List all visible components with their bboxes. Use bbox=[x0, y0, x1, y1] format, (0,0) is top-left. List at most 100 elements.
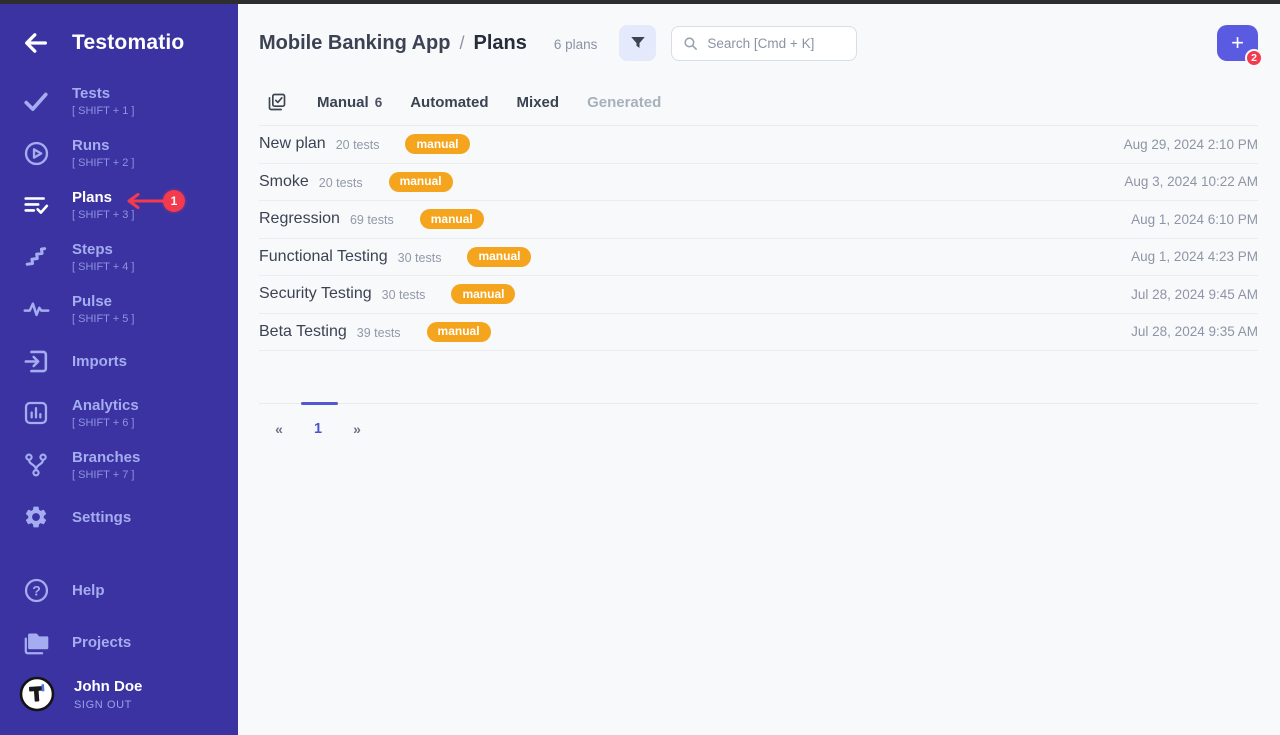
breadcrumb-project[interactable]: Mobile Banking App bbox=[259, 32, 450, 55]
page-header: Mobile Banking App / Plans 6 plans + 2 bbox=[259, 24, 1258, 62]
plan-name[interactable]: Smoke bbox=[259, 173, 309, 191]
sidebar: Testomatio Tests[ SHIFT + 1 ] Runs[ SHIF… bbox=[0, 0, 238, 735]
stairs-icon bbox=[22, 243, 50, 271]
pagination: « 1 » bbox=[259, 421, 1258, 437]
breadcrumb: Mobile Banking App / Plans bbox=[259, 32, 527, 55]
plan-name[interactable]: Beta Testing bbox=[259, 323, 347, 341]
plan-tests-count: 20 tests bbox=[336, 138, 380, 152]
sign-out-link[interactable]: SIGN OUT bbox=[74, 699, 142, 711]
sidebar-item-tests[interactable]: Tests[ SHIFT + 1 ] bbox=[0, 75, 238, 127]
sidebar-item-label: Help bbox=[72, 581, 105, 600]
sidebar-item-imports[interactable]: Imports bbox=[0, 335, 238, 387]
plan-row[interactable]: Regression 69 tests manual Aug 1, 2024 6… bbox=[259, 201, 1258, 239]
plan-name[interactable]: Functional Testing bbox=[259, 248, 388, 266]
search-icon bbox=[682, 35, 699, 52]
add-plan-button[interactable]: + 2 bbox=[1217, 25, 1258, 61]
plan-name[interactable]: Regression bbox=[259, 210, 340, 228]
logo-row: Testomatio bbox=[0, 4, 238, 60]
tab-generated[interactable]: Generated bbox=[587, 94, 661, 111]
tab-label: Generated bbox=[587, 94, 661, 111]
sidebar-item-branches[interactable]: Branches[ SHIFT + 7 ] bbox=[0, 439, 238, 491]
sidebar-item-label: Branches bbox=[72, 448, 140, 467]
sidebar-item-label: Runs bbox=[72, 136, 134, 155]
manual-badge: manual bbox=[420, 209, 484, 229]
app-root: Testomatio Tests[ SHIFT + 1 ] Runs[ SHIF… bbox=[0, 0, 1280, 735]
sidebar-item-label: Imports bbox=[72, 352, 127, 371]
sidebar-item-label: Projects bbox=[72, 633, 131, 652]
tab-manual[interactable]: Manual 6 bbox=[317, 94, 382, 111]
shortcut-hint: [ SHIFT + 4 ] bbox=[72, 260, 134, 274]
plan-row[interactable]: New plan 20 tests manual Aug 29, 2024 2:… bbox=[259, 126, 1258, 164]
app-title: Testomatio bbox=[72, 31, 184, 55]
pagination-next[interactable]: » bbox=[349, 421, 365, 437]
search-input[interactable] bbox=[707, 36, 847, 51]
select-all-icon[interactable] bbox=[267, 92, 287, 112]
main-content: Mobile Banking App / Plans 6 plans + 2 bbox=[238, 0, 1280, 735]
plan-tests-count: 30 tests bbox=[382, 288, 426, 302]
tab-count: 6 bbox=[375, 95, 383, 110]
manual-badge: manual bbox=[427, 322, 491, 342]
sidebar-item-label: Plans bbox=[72, 188, 134, 207]
tab-mixed[interactable]: Mixed bbox=[517, 94, 560, 111]
user-menu[interactable]: John Doe SIGN OUT bbox=[0, 668, 238, 720]
check-icon bbox=[22, 87, 50, 115]
pagination-page-1[interactable]: 1 bbox=[310, 421, 326, 437]
sidebar-item-plans[interactable]: Plans[ SHIFT + 3 ] bbox=[0, 179, 238, 231]
manual-badge: manual bbox=[405, 134, 469, 154]
sidebar-item-label: Tests bbox=[72, 84, 134, 103]
shortcut-hint: [ SHIFT + 5 ] bbox=[72, 312, 134, 326]
sidebar-item-label: Settings bbox=[72, 508, 131, 527]
plans-list: New plan 20 tests manual Aug 29, 2024 2:… bbox=[259, 126, 1258, 351]
play-circle-icon bbox=[22, 139, 50, 167]
user-name: John Doe bbox=[74, 678, 142, 696]
plan-row[interactable]: Functional Testing 30 tests manual Aug 1… bbox=[259, 239, 1258, 277]
sidebar-nav: Tests[ SHIFT + 1 ] Runs[ SHIFT + 2 ] Pla… bbox=[0, 75, 238, 543]
plan-name[interactable]: Security Testing bbox=[259, 285, 372, 303]
sidebar-item-projects[interactable]: Projects bbox=[0, 616, 238, 668]
svg-text:?: ? bbox=[32, 582, 41, 598]
page-title: Plans bbox=[474, 32, 527, 55]
shortcut-hint: [ SHIFT + 6 ] bbox=[72, 416, 139, 430]
pagination-divider bbox=[259, 403, 1258, 404]
tab-automated[interactable]: Automated bbox=[410, 94, 488, 111]
sidebar-item-steps[interactable]: Steps[ SHIFT + 4 ] bbox=[0, 231, 238, 283]
plan-row[interactable]: Smoke 20 tests manual Aug 3, 2024 10:22 … bbox=[259, 164, 1258, 202]
folder-icon bbox=[22, 628, 50, 656]
plan-tests-count: 30 tests bbox=[398, 251, 442, 265]
bar-chart-icon bbox=[22, 399, 50, 427]
manual-badge: manual bbox=[467, 247, 531, 267]
avatar bbox=[19, 676, 55, 712]
import-icon bbox=[22, 347, 50, 375]
plus-icon: + bbox=[1231, 30, 1244, 56]
back-arrow-icon[interactable] bbox=[22, 29, 50, 57]
sidebar-item-settings[interactable]: Settings bbox=[0, 491, 238, 543]
git-branch-icon bbox=[22, 451, 50, 479]
manual-badge: manual bbox=[389, 172, 453, 192]
sidebar-item-runs[interactable]: Runs[ SHIFT + 2 ] bbox=[0, 127, 238, 179]
tutorial-step-badge: 1 bbox=[163, 190, 185, 212]
top-strip bbox=[0, 0, 1280, 4]
pagination-prev[interactable]: « bbox=[271, 421, 287, 437]
plan-date: Jul 28, 2024 9:45 AM bbox=[1131, 287, 1258, 302]
sidebar-item-analytics[interactable]: Analytics[ SHIFT + 6 ] bbox=[0, 387, 238, 439]
sidebar-item-label: Pulse bbox=[72, 292, 134, 311]
search-box[interactable] bbox=[671, 26, 857, 61]
breadcrumb-separator: / bbox=[459, 33, 464, 54]
sidebar-item-pulse[interactable]: Pulse[ SHIFT + 5 ] bbox=[0, 283, 238, 335]
tab-label: Manual bbox=[317, 94, 369, 111]
plan-date: Aug 3, 2024 10:22 AM bbox=[1124, 174, 1258, 189]
tabs-bar: Manual 6 Automated Mixed Generated bbox=[259, 92, 1258, 126]
plan-name[interactable]: New plan bbox=[259, 135, 326, 153]
plan-row[interactable]: Security Testing 30 tests manual Jul 28,… bbox=[259, 276, 1258, 314]
plans-count: 6 plans bbox=[554, 37, 598, 52]
plan-date: Aug 1, 2024 6:10 PM bbox=[1131, 212, 1258, 227]
sidebar-item-label: Analytics bbox=[72, 396, 139, 415]
filter-button[interactable] bbox=[619, 25, 656, 61]
shortcut-hint: [ SHIFT + 7 ] bbox=[72, 468, 140, 482]
plan-row[interactable]: Beta Testing 39 tests manual Jul 28, 202… bbox=[259, 314, 1258, 352]
shortcut-hint: [ SHIFT + 1 ] bbox=[72, 104, 134, 118]
plan-date: Jul 28, 2024 9:35 AM bbox=[1131, 324, 1258, 339]
manual-badge: manual bbox=[451, 284, 515, 304]
tab-label: Mixed bbox=[517, 94, 560, 111]
sidebar-item-help[interactable]: ? Help bbox=[0, 564, 238, 616]
